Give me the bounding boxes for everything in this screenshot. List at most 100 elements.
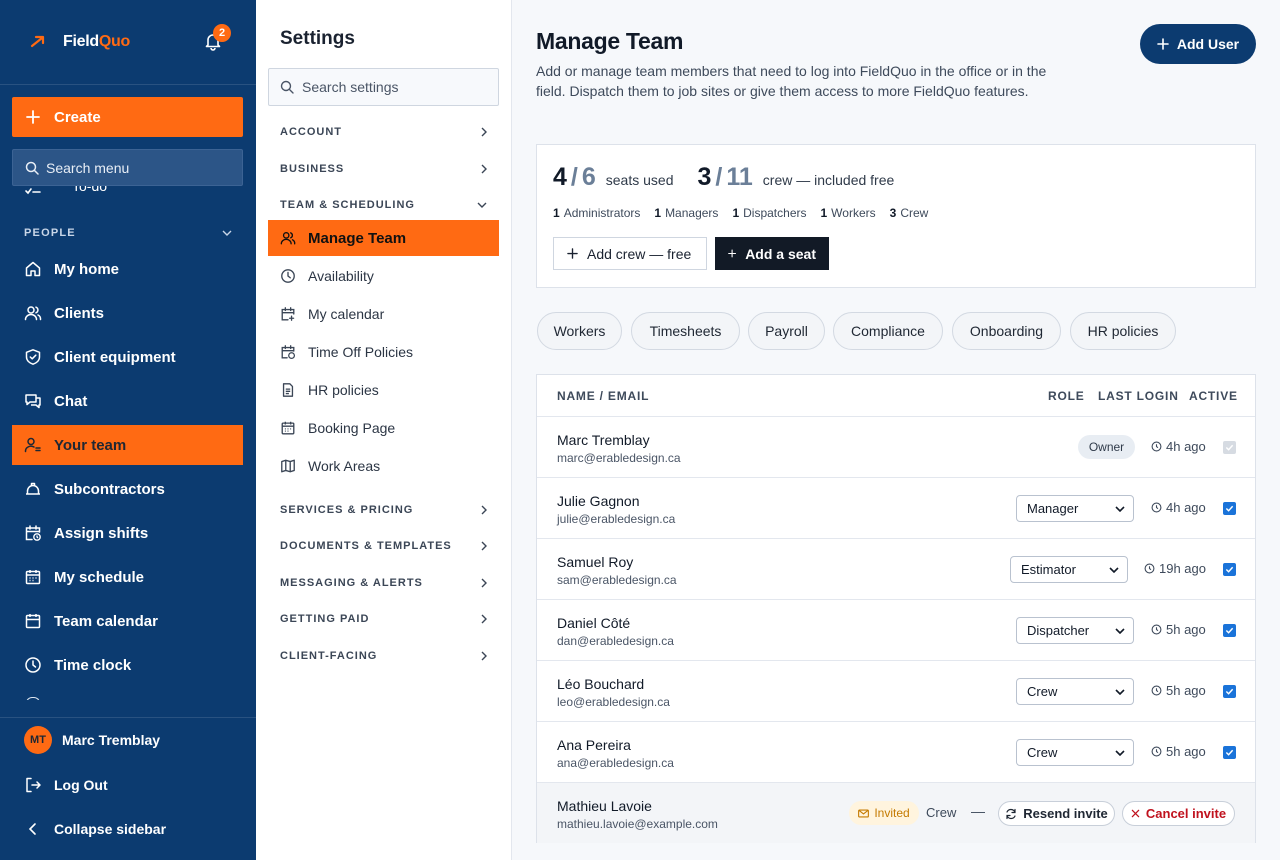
sidebar-item-subcontractors[interactable]: Subcontractors	[12, 469, 243, 509]
column-header-active[interactable]: ACTIVE	[1189, 389, 1238, 403]
tab-compliance[interactable]: Compliance	[833, 312, 943, 350]
cancel-invite-button[interactable]: Cancel invite	[1122, 801, 1235, 826]
active-checkbox[interactable]	[1223, 685, 1236, 698]
add-crew-button[interactable]: Add crew — free	[553, 237, 707, 270]
clock-icon	[1151, 746, 1162, 757]
people-section-header[interactable]: PEOPLE	[24, 227, 232, 239]
logout-button[interactable]: Log Out	[24, 776, 108, 794]
chevron-down-icon	[222, 230, 232, 236]
search-icon	[25, 161, 39, 175]
last-login: 19h ago	[1144, 561, 1206, 576]
settings-item-time-off-policies[interactable]: Time Off Policies	[268, 334, 499, 370]
page-title: Manage Team	[536, 28, 684, 54]
settings-group-messaging-alerts[interactable]: MESSAGING & ALERTS	[280, 577, 487, 589]
search-settings-input[interactable]: Search settings	[268, 68, 499, 106]
member-email: marc@erabledesign.ca	[557, 451, 681, 465]
hardhat-icon	[26, 482, 40, 495]
tab-payroll[interactable]: Payroll	[748, 312, 825, 350]
sidebar-item-client-equipment[interactable]: Client equipment	[12, 337, 243, 377]
active-checkbox[interactable]	[1223, 502, 1236, 515]
count-workers: 1 Workers	[820, 206, 876, 220]
add-user-button[interactable]: Add User	[1140, 24, 1256, 64]
chevron-right-icon	[481, 614, 487, 624]
users-icon	[24, 306, 42, 321]
sidebar-footer: MT Marc Tremblay Log Out Collapse sideba…	[0, 717, 256, 860]
search-menu-input[interactable]: Search menu	[12, 149, 243, 186]
users-icon	[280, 232, 296, 245]
settings-group-team-scheduling[interactable]: TEAM & SCHEDULING	[280, 199, 487, 211]
sidebar-item-my-schedule[interactable]: My schedule	[12, 557, 243, 597]
sidebar-item-time-clock[interactable]: Time clock	[12, 645, 243, 685]
sidebar-item-team-calendar[interactable]: Team calendar	[12, 601, 243, 641]
settings-item-availability[interactable]: Availability	[268, 258, 499, 294]
active-checkbox[interactable]	[1223, 624, 1236, 637]
seats-summary-card: 4 / 6 seats used 3 / 11 crew — included …	[536, 144, 1256, 288]
tab-workers[interactable]: Workers	[537, 312, 622, 350]
sidebar-item-assign-shifts[interactable]: Assign shifts	[12, 513, 243, 553]
settings-item-my-calendar[interactable]: My calendar	[268, 296, 499, 332]
nav-scroll-fade	[0, 700, 256, 718]
last-login: 5h ago	[1151, 744, 1206, 759]
settings-group-services-pricing[interactable]: SERVICES & PRICING	[280, 504, 487, 516]
member-name: Mathieu Lavoie	[557, 798, 652, 814]
avatar: MT	[24, 726, 52, 754]
collapse-sidebar-button[interactable]: Collapse sidebar	[24, 820, 166, 838]
column-header-last-login[interactable]: LAST LOGIN	[1098, 389, 1179, 403]
tab-onboarding[interactable]: Onboarding	[952, 312, 1061, 350]
resend-invite-button[interactable]: Resend invite	[998, 801, 1115, 826]
sidebar-item-my-home[interactable]: My home	[12, 249, 243, 289]
settings-item-work-areas[interactable]: Work Areas	[268, 448, 499, 484]
plus-icon	[26, 110, 40, 124]
current-user[interactable]: MT Marc Tremblay	[24, 726, 160, 754]
close-icon	[1131, 809, 1140, 818]
settings-group-client-facing[interactable]: CLIENT-FACING	[280, 650, 487, 662]
calendar-grid-icon	[25, 570, 41, 585]
table-row: Léo Bouchard leo@erabledesign.ca Crew 5h…	[537, 660, 1255, 721]
add-seat-button[interactable]: Add a seat	[715, 237, 829, 270]
settings-item-booking-page[interactable]: Booking Page	[268, 410, 499, 446]
chevron-down-icon	[1115, 627, 1125, 634]
role-select[interactable]: Manager	[1016, 495, 1134, 522]
role-select[interactable]: Crew	[1016, 678, 1134, 705]
tab-hr-policies[interactable]: HR policies	[1070, 312, 1176, 350]
chevron-down-icon	[1115, 749, 1125, 756]
sidebar-item-your-team[interactable]: Your team	[12, 425, 243, 465]
logo-wordmark[interactable]: FieldQuo	[63, 33, 130, 51]
active-checkbox[interactable]	[1223, 746, 1236, 759]
settings-group-account[interactable]: ACCOUNT	[280, 126, 487, 138]
chevron-right-icon	[481, 164, 487, 174]
people-nav: My home Clients Client equipment Chat Yo…	[12, 249, 243, 689]
settings-item-hr-policies[interactable]: HR policies	[268, 372, 499, 408]
column-header-role[interactable]: ROLE	[1048, 389, 1085, 403]
tab-timesheets[interactable]: Timesheets	[631, 312, 740, 350]
invited-status-badge: Invited	[849, 801, 919, 825]
role-counts: 1 Administrators 1 Managers 1 Dispatchers 1…	[553, 206, 928, 220]
page-description: Add or manage team members that need to …	[536, 63, 1047, 99]
check-icon	[1225, 688, 1234, 695]
table-row: Samuel Roy sam@erabledesign.ca Estimator…	[537, 538, 1255, 599]
role-select[interactable]: Crew	[1016, 739, 1134, 766]
notification-count-badge: 2	[213, 24, 231, 42]
sidebar-item-clients[interactable]: Clients	[12, 293, 243, 333]
clock-icon	[25, 657, 41, 673]
active-checkbox	[1223, 441, 1236, 454]
clock-icon	[1151, 502, 1162, 513]
manage-team-page: Manage Team Add or manage team members t…	[512, 0, 1280, 860]
member-email: sam@erabledesign.ca	[557, 573, 677, 587]
column-header-name[interactable]: NAME / EMAIL	[557, 389, 649, 403]
settings-group-getting-paid[interactable]: GETTING PAID	[280, 613, 487, 625]
settings-item-manage-team[interactable]: Manage Team	[268, 220, 499, 256]
create-button[interactable]: Create	[12, 97, 243, 137]
role-select[interactable]: Dispatcher	[1016, 617, 1134, 644]
calendar-clock-icon	[25, 525, 41, 541]
role-select[interactable]: Estimator	[1010, 556, 1128, 583]
table-row-invited: Mathieu Lavoie mathieu.lavoie@example.co…	[537, 782, 1255, 843]
active-checkbox[interactable]	[1223, 563, 1236, 576]
clock-icon	[281, 269, 295, 283]
chevron-down-icon	[1109, 566, 1119, 573]
count-administrators: 1 Administrators	[553, 206, 641, 220]
settings-group-documents-templates[interactable]: DOCUMENTS & TEMPLATES	[280, 540, 487, 552]
seats-usage: 4 / 6 seats used 3 / 11 crew — included …	[553, 163, 895, 191]
settings-group-business[interactable]: BUSINESS	[280, 163, 487, 175]
sidebar-item-chat[interactable]: Chat	[12, 381, 243, 421]
